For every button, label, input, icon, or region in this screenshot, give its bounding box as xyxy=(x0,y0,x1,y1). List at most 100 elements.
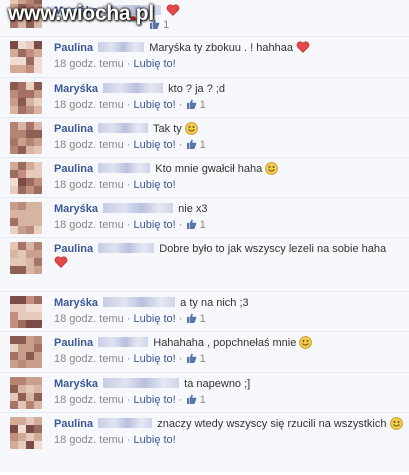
avatar-mosaic-cell xyxy=(10,352,18,360)
avatar-mosaic-cell xyxy=(18,258,26,266)
like-count[interactable]: 1 xyxy=(200,394,206,406)
like-link[interactable]: Lubię to! xyxy=(134,353,176,365)
avatar-mosaic-cell xyxy=(10,218,18,226)
avatar-mosaic-cell xyxy=(26,162,34,170)
comment-author[interactable]: Maryśka xyxy=(54,203,98,215)
avatar-mosaic-cell xyxy=(10,417,18,425)
avatar-mosaic-cell xyxy=(18,57,26,65)
avatar-mosaic-cell xyxy=(18,122,26,130)
like-link[interactable]: Lubię to! xyxy=(134,394,176,406)
comment-timestamp[interactable]: 18 godz. temu xyxy=(54,99,124,111)
avatar-mosaic-cell xyxy=(26,266,34,274)
avatar-mosaic-cell xyxy=(26,130,34,138)
like-count[interactable]: 1 xyxy=(163,19,169,31)
avatar-mosaic-cell xyxy=(18,401,26,409)
avatar-mosaic-cell xyxy=(18,106,26,114)
comment-text: ta napewno ;] xyxy=(184,378,251,390)
avatar-mosaic-cell xyxy=(18,65,26,73)
comment-author[interactable]: Paulina xyxy=(54,163,93,175)
avatar-mosaic-cell xyxy=(26,202,34,210)
avatar-mosaic-cell xyxy=(18,250,26,258)
avatar-mosaic-cell xyxy=(10,226,18,234)
avatar-mosaic-cell xyxy=(18,146,26,154)
comment-author[interactable]: Paulina xyxy=(54,418,93,430)
avatar-mosaic-cell xyxy=(18,178,26,186)
avatar[interactable] xyxy=(10,377,42,409)
avatar-mosaic-cell xyxy=(10,41,18,49)
like-link[interactable]: Lubię to! xyxy=(134,139,176,151)
avatar-mosaic-cell xyxy=(10,385,18,393)
avatar-mosaic-cell xyxy=(10,360,18,368)
blurred-surname xyxy=(98,243,155,253)
comment-timestamp[interactable]: 18 godz. temu xyxy=(54,58,124,70)
avatar[interactable] xyxy=(10,41,42,73)
avatar-mosaic-cell xyxy=(10,312,18,320)
avatar-mosaic-cell xyxy=(34,250,42,258)
like-count[interactable]: 1 xyxy=(200,313,206,325)
avatar-mosaic-cell xyxy=(18,218,26,226)
comment-timestamp[interactable]: 18 godz. temu xyxy=(54,179,124,191)
like-link[interactable]: Lubię to! xyxy=(134,99,176,111)
avatar[interactable] xyxy=(10,242,42,274)
avatar-mosaic-cell xyxy=(34,57,42,65)
comment-text: nie x3 xyxy=(178,203,208,215)
comment-timestamp[interactable]: 18 godz. temu xyxy=(54,139,124,151)
comment-timestamp[interactable]: 18 godz. temu xyxy=(54,434,124,446)
like-count[interactable]: 1 xyxy=(200,99,206,111)
avatar-mosaic-cell xyxy=(18,138,26,146)
avatar-mosaic-cell xyxy=(34,401,42,409)
avatar-mosaic-cell xyxy=(26,41,34,49)
avatar-mosaic-cell xyxy=(34,242,42,250)
comment-author[interactable]: Paulina xyxy=(54,42,93,54)
thumbs-up-icon xyxy=(186,139,196,149)
avatar-mosaic-cell xyxy=(34,266,42,274)
like-link[interactable]: Lubię to! xyxy=(134,179,176,191)
comment-timestamp[interactable]: 18 godz. temu xyxy=(54,394,124,406)
avatar[interactable] xyxy=(10,296,42,328)
avatar[interactable] xyxy=(10,336,42,368)
avatar[interactable] xyxy=(10,162,42,194)
comment-author[interactable]: Maryśka xyxy=(54,83,98,95)
avatar-mosaic-cell xyxy=(18,49,26,57)
like-count[interactable]: 1 xyxy=(200,353,206,365)
avatar[interactable] xyxy=(10,82,42,114)
avatar[interactable] xyxy=(10,122,42,154)
avatar-mosaic-cell xyxy=(10,344,18,352)
smile-emoticon-icon xyxy=(265,162,279,175)
avatar-mosaic-cell xyxy=(10,250,18,258)
smile-emoticon-icon xyxy=(184,122,198,135)
comment-author[interactable]: Maryśka xyxy=(54,297,98,309)
avatar-mosaic-cell xyxy=(18,312,26,320)
comment-author[interactable]: Paulina xyxy=(54,337,93,349)
like-link[interactable]: Lubię to! xyxy=(134,219,176,231)
comment-author[interactable]: Maryśka xyxy=(54,378,98,390)
avatar-mosaic-cell xyxy=(18,417,26,425)
avatar[interactable] xyxy=(10,417,42,449)
comment-author[interactable]: Paulina xyxy=(54,243,93,255)
avatar-mosaic-cell xyxy=(34,312,42,320)
avatar-mosaic-cell xyxy=(10,304,18,312)
comment-timestamp[interactable]: 18 godz. temu xyxy=(54,219,124,231)
comment-timestamp[interactable]: 18 godz. temu xyxy=(54,353,124,365)
comment-author[interactable]: Paulina xyxy=(54,123,93,135)
avatar-mosaic-cell xyxy=(26,178,34,186)
like-link[interactable]: Lubię to! xyxy=(134,313,176,325)
avatar[interactable] xyxy=(10,202,42,234)
like-count[interactable]: 1 xyxy=(200,139,206,151)
avatar-mosaic-cell xyxy=(26,352,34,360)
blurred-surname xyxy=(98,123,149,133)
comment-timestamp[interactable]: 18 godz. temu xyxy=(54,313,124,325)
like-link[interactable]: Lubię to! xyxy=(134,58,176,70)
avatar-mosaic-cell xyxy=(34,344,42,352)
like-link[interactable]: Lubię to! xyxy=(134,434,176,446)
avatar-mosaic-cell xyxy=(34,202,42,210)
avatar-mosaic-cell xyxy=(34,425,42,433)
avatar-mosaic-cell xyxy=(18,360,26,368)
smile-emoticon-icon xyxy=(299,336,313,349)
like-count[interactable]: 1 xyxy=(200,219,206,231)
avatar-mosaic-cell xyxy=(34,65,42,73)
avatar-mosaic-cell xyxy=(18,226,26,234)
comment-text: Dobre było to jak wszyscy lezeli na sobi… xyxy=(159,243,387,255)
avatar-mosaic-cell xyxy=(10,90,18,98)
avatar-mosaic-cell xyxy=(18,304,26,312)
